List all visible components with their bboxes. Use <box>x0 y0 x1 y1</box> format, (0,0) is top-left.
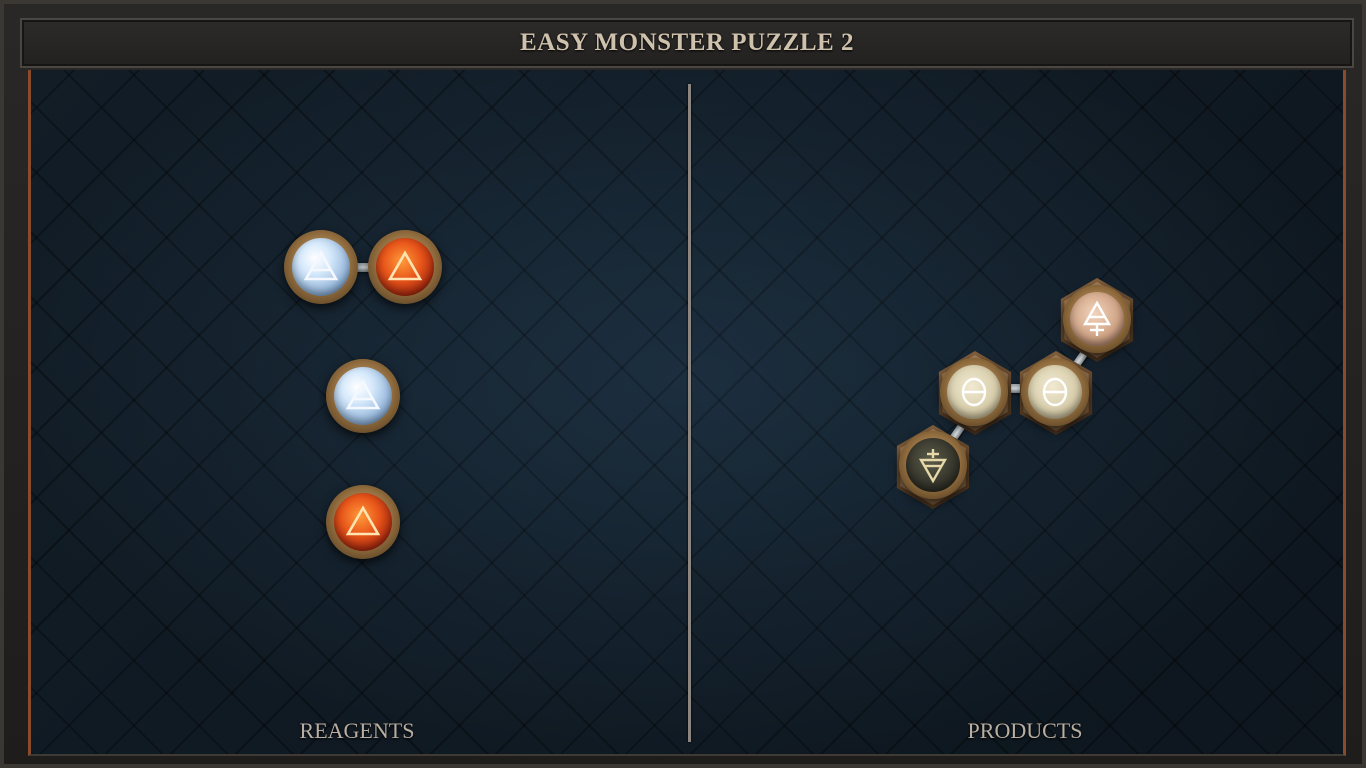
salt-atom[interactable] <box>940 358 1008 426</box>
mors-atom[interactable] <box>899 431 967 499</box>
vitae-icon <box>1082 300 1112 336</box>
puzzle-board: REAGENTS PRODUCTS <box>28 70 1346 756</box>
products-label: PRODUCTS <box>967 718 1083 743</box>
panel-divider <box>688 84 691 742</box>
fire-atom[interactable] <box>368 230 442 304</box>
salt-icon <box>961 377 987 407</box>
game-frame: EASY MONSTER PUZZLE 2 REAGENTS PRODUCTS <box>0 0 1366 768</box>
reagent-molecule-2[interactable] <box>326 359 400 433</box>
mors-icon <box>918 449 948 484</box>
vitae-atom[interactable] <box>1063 285 1131 353</box>
fire-element-icon <box>387 250 423 281</box>
salt-atom[interactable] <box>1021 358 1089 426</box>
reagent-molecule-3[interactable] <box>326 485 400 559</box>
air-element-icon <box>303 250 339 281</box>
air-element-icon <box>345 379 381 410</box>
salt-icon <box>1042 377 1068 407</box>
reagents-label: REAGENTS <box>299 718 415 743</box>
puzzle-title: EASY MONSTER PUZZLE 2 <box>520 29 854 56</box>
air-atom[interactable] <box>284 230 358 304</box>
title-bar: EASY MONSTER PUZZLE 2 <box>20 18 1354 68</box>
fire-element-icon <box>345 505 381 536</box>
